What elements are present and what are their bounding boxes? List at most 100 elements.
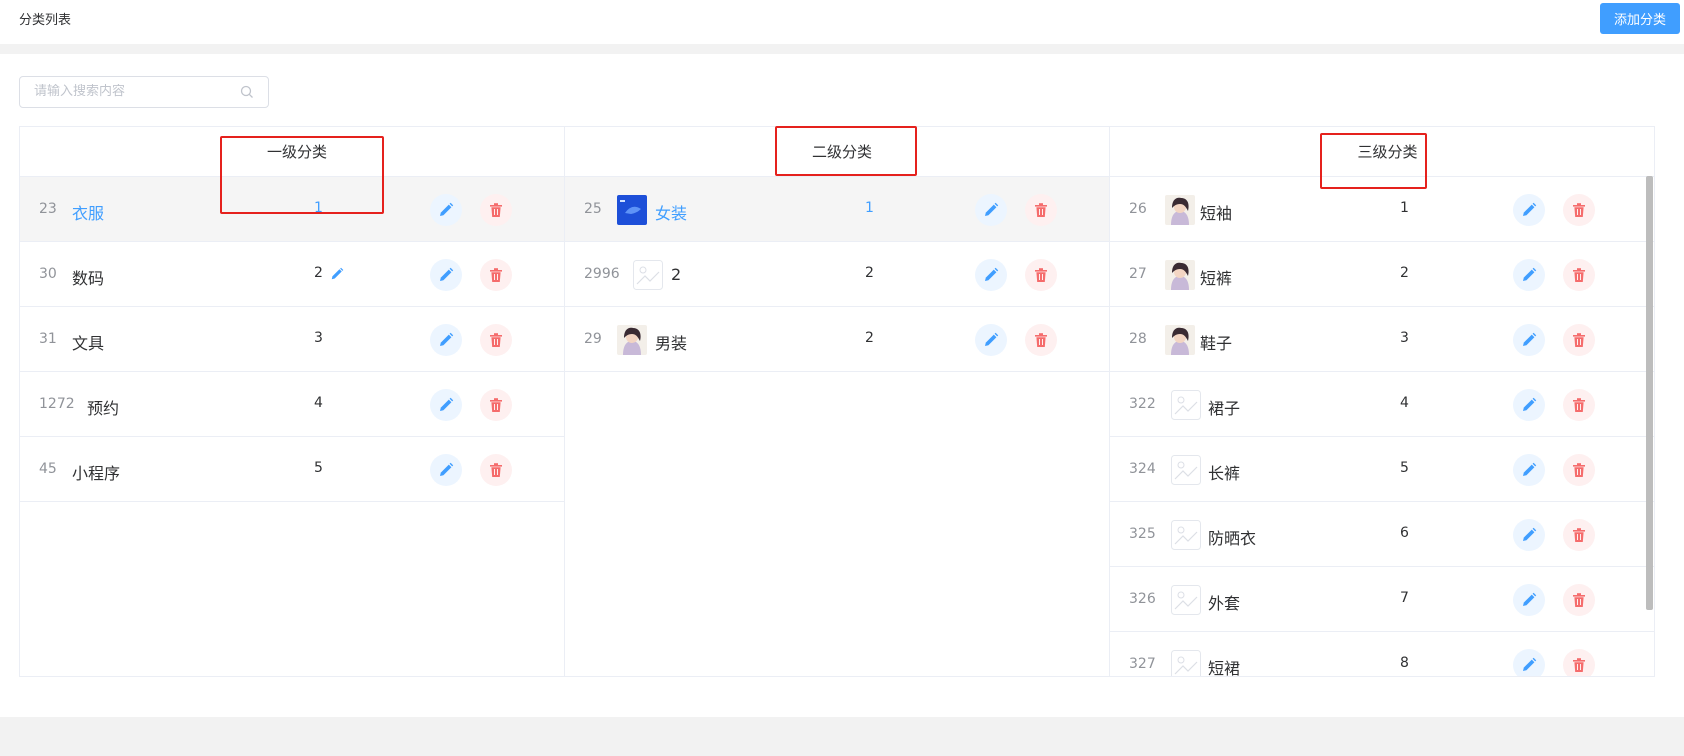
trash-icon [490, 463, 502, 477]
category-name[interactable]: 女装 [655, 200, 687, 224]
category-row[interactable]: 327 短裙 8 [1110, 632, 1655, 676]
category-sort[interactable]: 1 [865, 200, 874, 216]
search-box[interactable] [19, 76, 269, 108]
delete-button[interactable] [480, 324, 512, 356]
category-sort[interactable]: 2 [865, 265, 874, 281]
category-sort[interactable]: 2 [314, 265, 323, 281]
category-sort[interactable]: 4 [1400, 395, 1409, 411]
category-row[interactable]: 30 数码 2 [20, 242, 564, 307]
delete-button[interactable] [480, 194, 512, 226]
category-row[interactable]: 2996 2 2 [565, 242, 1109, 307]
category-name[interactable]: 裙子 [1208, 395, 1240, 419]
add-category-button[interactable]: 添加分类 [1600, 3, 1680, 34]
edit-button[interactable] [1513, 649, 1545, 676]
category-sort[interactable]: 1 [1400, 200, 1409, 216]
edit-button[interactable] [430, 259, 462, 291]
category-name[interactable]: 预约 [87, 395, 119, 419]
trash-icon [1035, 203, 1047, 217]
trash-icon [490, 398, 502, 412]
edit-button[interactable] [975, 194, 1007, 226]
category-sort[interactable]: 2 [1400, 265, 1409, 281]
category-id: 324 [1129, 461, 1156, 477]
edit-button[interactable] [975, 259, 1007, 291]
category-name[interactable]: 短袖 [1200, 200, 1232, 224]
edit-button[interactable] [975, 324, 1007, 356]
category-image [617, 195, 647, 225]
edit-button[interactable] [1513, 454, 1545, 486]
edit-button[interactable] [430, 324, 462, 356]
category-sort[interactable]: 5 [314, 460, 323, 476]
category-sort[interactable]: 3 [314, 330, 323, 346]
category-sort[interactable]: 2 [865, 330, 874, 346]
category-name[interactable]: 短裤 [1200, 265, 1232, 289]
pencil-icon [1523, 592, 1537, 606]
category-name[interactable]: 2 [671, 265, 681, 284]
category-row[interactable]: 28 鞋子 3 [1110, 307, 1655, 372]
category-row[interactable]: 45 小程序 5 [20, 437, 564, 502]
inline-edit-icon[interactable] [330, 266, 346, 282]
delete-button[interactable] [480, 389, 512, 421]
delete-button[interactable] [1025, 324, 1057, 356]
category-id: 31 [39, 331, 57, 347]
category-name[interactable]: 小程序 [72, 460, 120, 484]
category-name[interactable]: 短裙 [1208, 655, 1240, 676]
delete-button[interactable] [1563, 194, 1595, 226]
edit-button[interactable] [1513, 194, 1545, 226]
edit-button[interactable] [430, 454, 462, 486]
search-input[interactable] [34, 84, 234, 99]
category-row[interactable]: 29 男装 2 [565, 307, 1109, 372]
category-name[interactable]: 外套 [1208, 590, 1240, 614]
trash-icon [490, 268, 502, 282]
category-name[interactable]: 文具 [72, 330, 104, 354]
delete-button[interactable] [1563, 324, 1595, 356]
category-sort[interactable]: 3 [1400, 330, 1409, 346]
category-sort[interactable]: 4 [314, 395, 323, 411]
category-row[interactable]: 325 防晒衣 6 [1110, 502, 1655, 567]
category-row[interactable]: 31 文具 3 [20, 307, 564, 372]
delete-button[interactable] [480, 259, 512, 291]
edit-button[interactable] [1513, 324, 1545, 356]
delete-button[interactable] [1563, 649, 1595, 676]
category-row[interactable]: 25 女装 1 [565, 177, 1109, 242]
delete-button[interactable] [1563, 389, 1595, 421]
category-sort[interactable]: 7 [1400, 590, 1409, 606]
page-title: 分类列表 [19, 13, 72, 28]
category-name[interactable]: 鞋子 [1200, 330, 1232, 354]
annotation-box [1320, 133, 1427, 189]
category-id: 29 [584, 331, 602, 347]
delete-button[interactable] [1563, 259, 1595, 291]
category-sort[interactable]: 8 [1400, 655, 1409, 671]
edit-button[interactable] [1513, 259, 1545, 291]
edit-button[interactable] [430, 389, 462, 421]
delete-button[interactable] [480, 454, 512, 486]
category-sort[interactable]: 6 [1400, 525, 1409, 541]
avatar-image [1165, 325, 1195, 355]
edit-button[interactable] [1513, 584, 1545, 616]
delete-button[interactable] [1563, 454, 1595, 486]
delete-button[interactable] [1025, 259, 1057, 291]
category-sort[interactable]: 5 [1400, 460, 1409, 476]
category-id: 30 [39, 266, 57, 282]
avatar-image [1165, 260, 1195, 290]
edit-button[interactable] [1513, 519, 1545, 551]
category-row[interactable]: 324 长裤 5 [1110, 437, 1655, 502]
category-row[interactable]: 326 外套 7 [1110, 567, 1655, 632]
delete-button[interactable] [1563, 519, 1595, 551]
pencil-icon [1523, 527, 1537, 541]
edit-button[interactable] [1513, 389, 1545, 421]
search-icon[interactable] [240, 85, 254, 99]
category-name[interactable]: 防晒衣 [1208, 525, 1256, 549]
category-row[interactable]: 1272 预约 4 [20, 372, 564, 437]
category-name[interactable]: 数码 [72, 265, 104, 289]
category-name[interactable]: 男装 [655, 330, 687, 354]
category-row[interactable]: 322 裙子 4 [1110, 372, 1655, 437]
edit-button[interactable] [430, 194, 462, 226]
scrollbar-thumb[interactable] [1646, 176, 1653, 610]
delete-button[interactable] [1025, 194, 1057, 226]
delete-button[interactable] [1563, 584, 1595, 616]
category-name[interactable]: 衣服 [72, 200, 104, 224]
category-id: 45 [39, 461, 57, 477]
category-id: 1272 [39, 396, 75, 412]
category-row[interactable]: 27 短裤 2 [1110, 242, 1655, 307]
category-name[interactable]: 长裤 [1208, 460, 1240, 484]
